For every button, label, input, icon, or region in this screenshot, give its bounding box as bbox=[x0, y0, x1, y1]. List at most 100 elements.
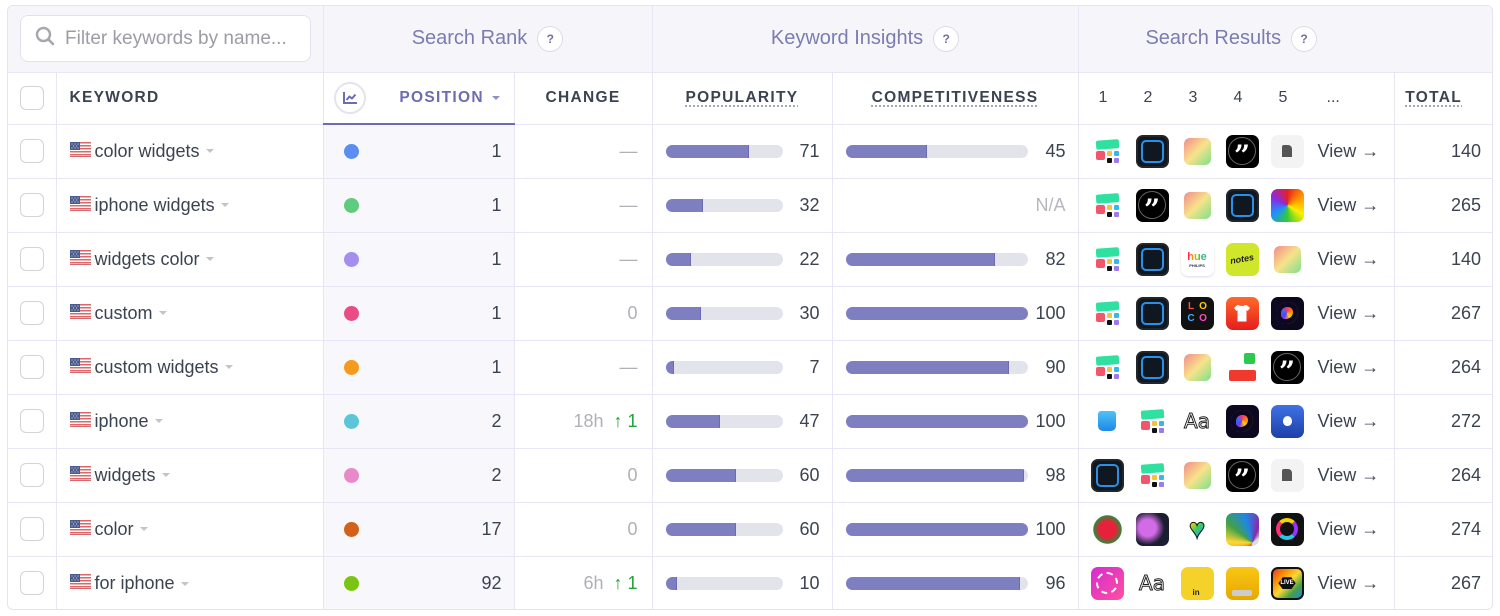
keyword-row[interactable]: custom 1 0 30 100 L O C O View → 267 bbox=[8, 285, 1492, 341]
keyword-row[interactable]: for iphone 92 6h ↑ 1 10 96 Aa View → 267 bbox=[8, 555, 1492, 609]
keyword-row[interactable]: widgets color 1 — 22 82 huePHILIPS View →… bbox=[8, 231, 1492, 287]
keyword-text[interactable]: color bbox=[95, 519, 134, 539]
color-ring-game-icon[interactable] bbox=[1270, 512, 1304, 546]
series-color-dot[interactable] bbox=[343, 143, 359, 159]
keyword-text[interactable]: color widgets bbox=[95, 141, 200, 161]
view-results-link[interactable]: View → bbox=[1318, 141, 1380, 162]
keyword-dropdown-icon[interactable] bbox=[180, 581, 189, 586]
neon-blob-app-icon[interactable] bbox=[1225, 404, 1259, 438]
keyword-row[interactable]: color widgets 1 — 71 45 View → 140 bbox=[8, 123, 1492, 179]
keyword-dropdown-icon[interactable] bbox=[220, 203, 229, 208]
app-store-icon[interactable] bbox=[1091, 405, 1124, 438]
view-results-link[interactable]: View → bbox=[1318, 573, 1380, 594]
keyword-dropdown-icon[interactable] bbox=[154, 419, 163, 424]
quote-app-icon[interactable] bbox=[1225, 458, 1259, 492]
tape-measure-app-icon[interactable] bbox=[1180, 566, 1214, 600]
quote-app-icon[interactable] bbox=[1270, 350, 1304, 384]
row-checkbox[interactable] bbox=[19, 517, 44, 541]
row-checkbox[interactable] bbox=[19, 409, 44, 433]
keyword-dropdown-icon[interactable] bbox=[205, 257, 214, 262]
color-widgets-app-icon[interactable] bbox=[1091, 351, 1124, 384]
keyword-text[interactable]: custom widgets bbox=[95, 357, 219, 377]
help-icon[interactable]: ? bbox=[933, 25, 960, 52]
square-widget-app-icon[interactable] bbox=[1135, 242, 1169, 276]
view-results-link[interactable]: View → bbox=[1318, 411, 1380, 432]
rainbow-swirl-app-icon[interactable] bbox=[1270, 188, 1304, 222]
change-column-header[interactable]: CHANGE bbox=[513, 71, 653, 125]
view-results-link[interactable]: View → bbox=[1318, 519, 1380, 540]
view-results-link[interactable]: View → bbox=[1318, 357, 1380, 378]
color-widgets-app-icon[interactable] bbox=[1091, 135, 1124, 168]
select-all-checkbox[interactable] bbox=[19, 86, 44, 110]
keyword-dropdown-icon[interactable] bbox=[158, 311, 167, 316]
hue-app-icon[interactable]: hue PHILIPS bbox=[1180, 242, 1214, 276]
square-widget-app-icon[interactable] bbox=[1135, 350, 1169, 384]
loco-app-icon[interactable]: LOCO bbox=[1180, 296, 1214, 330]
square-widget-app-icon[interactable] bbox=[1135, 134, 1169, 168]
series-color-dot[interactable] bbox=[343, 575, 359, 591]
keyword-text[interactable]: widgets bbox=[95, 465, 156, 485]
series-color-dot[interactable] bbox=[343, 413, 359, 429]
help-icon[interactable]: ? bbox=[1291, 25, 1318, 52]
series-color-dot[interactable] bbox=[343, 305, 359, 321]
keyword-row[interactable]: custom widgets 1 — 7 90 View → 264 bbox=[8, 339, 1492, 395]
apple-support-app-icon[interactable] bbox=[1270, 404, 1304, 438]
competitiveness-column-header[interactable]: COMPETITIVENESS bbox=[831, 71, 1079, 125]
row-checkbox[interactable] bbox=[19, 571, 44, 596]
blocks-app-icon[interactable] bbox=[1226, 351, 1259, 384]
quote-app-icon[interactable] bbox=[1135, 188, 1169, 222]
gradient-app-icon[interactable] bbox=[1183, 191, 1211, 219]
gradient-app-icon[interactable] bbox=[1183, 137, 1211, 165]
dino-app-icon[interactable] bbox=[1270, 134, 1304, 168]
fonts-aa-app-icon[interactable]: Aa bbox=[1181, 405, 1214, 438]
series-color-dot[interactable] bbox=[343, 521, 359, 537]
keyword-column-header[interactable]: KEYWORD bbox=[55, 71, 324, 125]
popularity-column-header[interactable]: POPULARITY bbox=[651, 71, 833, 125]
series-color-dot[interactable] bbox=[343, 359, 359, 375]
ruler-app-icon[interactable] bbox=[1225, 566, 1259, 600]
total-column-header[interactable]: TOTAL bbox=[1393, 71, 1492, 125]
view-results-link[interactable]: View → bbox=[1318, 303, 1380, 324]
keyword-row[interactable]: color 17 0 60 100 View → 274 bbox=[8, 501, 1492, 557]
color-widgets-app-icon[interactable] bbox=[1136, 459, 1169, 492]
keyword-text[interactable]: for iphone bbox=[95, 573, 175, 593]
position-column-header[interactable]: POSITION bbox=[322, 71, 515, 125]
filter-search-box[interactable] bbox=[20, 15, 311, 63]
row-checkbox[interactable] bbox=[19, 463, 44, 487]
gradient-app-icon[interactable] bbox=[1273, 245, 1301, 273]
tshirt-app-icon[interactable] bbox=[1225, 296, 1259, 330]
keyword-text[interactable]: widgets color bbox=[95, 249, 200, 269]
keyword-text[interactable]: iphone bbox=[95, 411, 149, 431]
fonts-aa-app-icon[interactable]: Aa bbox=[1136, 567, 1169, 600]
row-checkbox[interactable] bbox=[19, 301, 44, 325]
series-color-dot[interactable] bbox=[343, 467, 359, 483]
keyword-row[interactable]: iphone 2 18h ↑ 1 47 100 Aa View → 272 bbox=[8, 393, 1492, 449]
color-widgets-app-icon[interactable] bbox=[1136, 405, 1169, 438]
square-widget-app-icon[interactable] bbox=[1135, 296, 1169, 330]
view-results-link[interactable]: View → bbox=[1318, 465, 1380, 486]
view-results-link[interactable]: View → bbox=[1318, 195, 1380, 216]
series-color-dot[interactable] bbox=[343, 197, 359, 213]
pencils-app-icon[interactable] bbox=[1225, 512, 1259, 546]
row-checkbox[interactable] bbox=[19, 355, 44, 379]
notes-app-icon[interactable] bbox=[1225, 242, 1259, 276]
keyword-dropdown-icon[interactable] bbox=[224, 365, 233, 370]
photo-app-icon[interactable] bbox=[1090, 566, 1124, 600]
live-wallpaper-app-icon[interactable] bbox=[1270, 566, 1304, 600]
gradient-app-icon[interactable] bbox=[1183, 461, 1211, 489]
gradient-app-icon[interactable] bbox=[1183, 353, 1211, 381]
keyword-dropdown-icon[interactable] bbox=[139, 527, 148, 532]
row-checkbox[interactable] bbox=[19, 247, 44, 271]
square-widget-app-icon[interactable] bbox=[1090, 458, 1124, 492]
color-widgets-app-icon[interactable] bbox=[1091, 243, 1124, 276]
quote-app-icon[interactable] bbox=[1225, 134, 1259, 168]
series-color-dot[interactable] bbox=[343, 251, 359, 267]
flowers-coloring-app-icon[interactable] bbox=[1135, 512, 1169, 546]
view-results-link[interactable]: View → bbox=[1318, 249, 1380, 270]
keyword-row[interactable]: widgets 2 0 60 98 View → 264 bbox=[8, 447, 1492, 503]
pixel-heart-app-icon[interactable] bbox=[1181, 513, 1214, 546]
keyword-row[interactable]: iphone widgets 1 — 32 N/A View → 265 bbox=[8, 177, 1492, 233]
row-checkbox[interactable] bbox=[19, 193, 44, 217]
neon-blob-app-icon[interactable] bbox=[1270, 296, 1304, 330]
help-icon[interactable]: ? bbox=[537, 25, 564, 52]
